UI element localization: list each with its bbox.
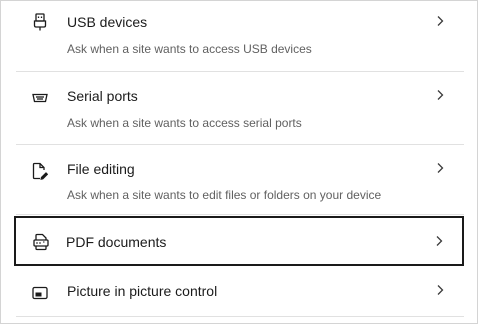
setting-row-usb-devices[interactable]: USB devices Ask when a site wants to acc… bbox=[16, 1, 464, 72]
chevron-right-icon bbox=[434, 89, 446, 101]
setting-row-serial-ports[interactable]: Serial ports Ask when a site wants to ac… bbox=[16, 72, 464, 145]
setting-row-pdf-documents[interactable]: PDF documents bbox=[14, 216, 464, 266]
pdf-icon bbox=[32, 233, 50, 251]
site-permissions-panel: USB devices Ask when a site wants to acc… bbox=[0, 0, 478, 324]
setting-title: Serial ports bbox=[67, 88, 138, 104]
setting-title: USB devices bbox=[67, 14, 148, 30]
setting-title: PDF documents bbox=[66, 234, 167, 250]
chevron-right-icon bbox=[434, 162, 446, 174]
picture-in-picture-icon bbox=[31, 284, 49, 302]
chevron-right-icon bbox=[434, 284, 446, 296]
file-edit-icon bbox=[31, 162, 49, 180]
chevron-right-icon bbox=[434, 15, 446, 27]
serial-port-icon bbox=[31, 89, 49, 107]
setting-description: Ask when a site wants to access serial p… bbox=[67, 116, 302, 130]
usb-icon bbox=[31, 13, 49, 31]
setting-row-file-editing[interactable]: File editing Ask when a site wants to ed… bbox=[16, 145, 464, 215]
setting-description: Ask when a site wants to edit files or f… bbox=[67, 188, 382, 202]
setting-row-picture-in-picture[interactable]: Picture in picture control bbox=[16, 267, 464, 317]
setting-title: Picture in picture control bbox=[67, 283, 218, 299]
chevron-right-icon bbox=[433, 235, 445, 247]
setting-title: File editing bbox=[67, 161, 135, 177]
setting-description: Ask when a site wants to access USB devi… bbox=[67, 42, 312, 56]
